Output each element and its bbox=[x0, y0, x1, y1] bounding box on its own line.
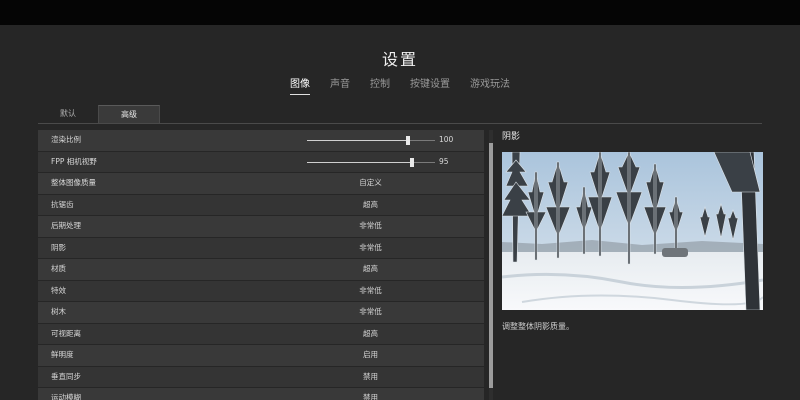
setting-value[interactable]: 超高 bbox=[328, 324, 413, 345]
setting-value[interactable]: 非常低 bbox=[328, 216, 413, 237]
sub-tab-bar: 默认 高级 bbox=[38, 105, 160, 124]
main-tab-bar: 图像 声音 控制 按键设置 游戏玩法 bbox=[0, 75, 800, 95]
setting-label: 阴影 bbox=[51, 242, 66, 252]
sub-tab[interactable]: 默认 bbox=[38, 105, 98, 123]
preview-description: 调整整体阴影质量。 bbox=[502, 322, 574, 331]
setting-slider[interactable] bbox=[307, 157, 435, 167]
setting-label: 渲染比例 bbox=[51, 135, 81, 144]
setting-label: 垂直同步 bbox=[51, 371, 81, 381]
main-tab[interactable]: 按键设置 bbox=[410, 75, 450, 95]
main-tab[interactable]: 声音 bbox=[330, 75, 350, 95]
setting-label: 抗锯齿 bbox=[51, 199, 74, 209]
setting-value[interactable]: 非常低 bbox=[328, 281, 413, 302]
settings-row[interactable]: 抗锯齿 超高 bbox=[38, 194, 484, 216]
settings-row[interactable]: 运动模糊 禁用 bbox=[38, 388, 484, 400]
setting-slider[interactable] bbox=[307, 136, 435, 145]
settings-row[interactable]: 后期处理 非常低 bbox=[38, 216, 484, 237]
main-tab[interactable]: 图像 bbox=[290, 75, 310, 95]
settings-list: 渲染比例 100 FPP 相机视野 95 整体图像质量 自定义 抗锯齿 超高 后期处理 非常低 阴影… bbox=[38, 130, 484, 400]
preview-title: 阴影 bbox=[502, 132, 521, 142]
slider-handle[interactable] bbox=[406, 136, 411, 145]
setting-value[interactable]: 非常低 bbox=[328, 302, 413, 323]
setting-label: 运动模糊 bbox=[51, 393, 81, 400]
settings-row[interactable]: 鲜明度 启用 bbox=[38, 345, 484, 366]
setting-value[interactable]: 超高 bbox=[328, 259, 413, 280]
settings-row[interactable]: 垂直同步 禁用 bbox=[38, 366, 484, 388]
settings-row[interactable]: 渲染比例 100 bbox=[38, 130, 484, 151]
setting-label: 后期处理 bbox=[51, 221, 81, 230]
setting-label: 树木 bbox=[51, 307, 66, 316]
main-tab[interactable]: 控制 bbox=[370, 75, 390, 95]
setting-label: FPP 相机视野 bbox=[51, 156, 97, 166]
slider-fill bbox=[307, 161, 412, 163]
settings-row[interactable]: 特效 非常低 bbox=[38, 280, 484, 302]
slider-value: 95 bbox=[439, 156, 449, 166]
settings-row[interactable]: 阴影 非常低 bbox=[38, 237, 484, 259]
setting-value[interactable]: 非常低 bbox=[328, 238, 413, 259]
setting-value[interactable]: 超高 bbox=[328, 195, 413, 216]
setting-value[interactable]: 禁用 bbox=[328, 367, 413, 388]
settings-row[interactable]: 树木 非常低 bbox=[38, 302, 484, 323]
sub-tab[interactable]: 高级 bbox=[98, 105, 160, 124]
preview-image bbox=[502, 152, 763, 310]
setting-value[interactable]: 自定义 bbox=[328, 173, 413, 194]
settings-row[interactable]: 整体图像质量 自定义 bbox=[38, 173, 484, 194]
slider-value: 100 bbox=[439, 135, 454, 144]
page-title: 设置 bbox=[381, 50, 418, 69]
setting-value[interactable]: 禁用 bbox=[328, 388, 413, 400]
scrollbar-thumb[interactable] bbox=[489, 143, 493, 388]
main-tab[interactable]: 游戏玩法 bbox=[470, 75, 510, 95]
setting-value[interactable]: 启用 bbox=[328, 345, 413, 366]
sub-tab-divider bbox=[38, 123, 762, 124]
settings-row[interactable]: FPP 相机视野 95 bbox=[38, 151, 484, 172]
slider-fill bbox=[307, 140, 409, 141]
setting-label: 可视距离 bbox=[51, 328, 81, 338]
setting-label: 材质 bbox=[51, 264, 66, 273]
top-bar bbox=[0, 0, 800, 25]
settings-row[interactable]: 材质 超高 bbox=[38, 259, 484, 280]
setting-label: 整体图像质量 bbox=[51, 178, 96, 187]
setting-label: 特效 bbox=[51, 285, 66, 295]
snow-forest-illustration bbox=[502, 152, 763, 310]
setting-label: 鲜明度 bbox=[51, 350, 74, 359]
slider-handle[interactable] bbox=[409, 157, 414, 167]
settings-row[interactable]: 可视距离 超高 bbox=[38, 323, 484, 345]
